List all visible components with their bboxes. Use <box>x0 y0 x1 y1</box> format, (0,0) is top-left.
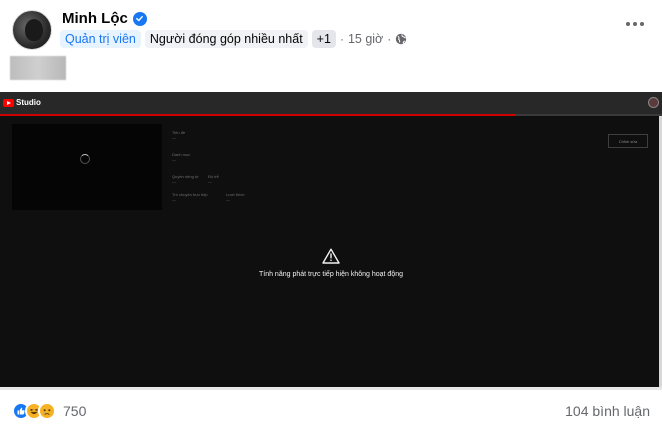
studio-logo: Studio <box>3 98 41 107</box>
stream-info-row: Tiêu đề — <box>172 130 185 140</box>
stream-info-row: Lượt thích — <box>226 192 244 202</box>
youtube-play-icon <box>3 98 14 107</box>
admin-badge[interactable]: Quản trị viên <box>60 30 141 48</box>
stream-preview <box>12 124 162 210</box>
verified-check-icon <box>132 11 147 26</box>
author-name[interactable]: Minh Lộc <box>62 10 128 27</box>
stream-info-row: Trò chuyện trực tiếp — <box>172 192 208 202</box>
studio-progress-fill <box>0 114 517 116</box>
author-badges: Quản trị viên Người đóng góp nhiều nhất … <box>60 30 407 48</box>
stream-info-row: Độ trễ — <box>208 174 219 184</box>
reaction-summary[interactable]: 750 <box>12 402 86 420</box>
edit-button: Chỉnh sửa <box>608 134 648 148</box>
studio-account-avatar <box>648 97 659 108</box>
stream-info-label: Trò chuyện trực tiếp <box>172 192 208 197</box>
separator-dot: · <box>339 32 344 46</box>
stream-info-value: — <box>226 197 230 202</box>
warning-message: Tính năng phát trực tiếp hiện không hoạt… <box>258 271 403 278</box>
comment-count-link[interactable]: 104 bình luận <box>565 403 650 419</box>
top-contributor-badge[interactable]: Người đóng góp nhiều nhất <box>144 30 308 48</box>
screenshot-bottom-edge <box>0 387 662 390</box>
loading-spinner-icon <box>80 154 90 164</box>
stream-info-row: Quyền riêng tư — <box>172 174 199 184</box>
sad-icon <box>38 402 56 420</box>
studio-progress-bar <box>0 114 662 116</box>
facebook-post: Minh Lộc Quản trị viên Người đóng góp nh… <box>0 0 662 430</box>
stream-warning: Tính năng phát trực tiếp hiện không hoạt… <box>0 248 662 278</box>
more-horizontal-icon[interactable] <box>626 22 644 26</box>
stream-info-value: — <box>172 179 176 184</box>
more-badges-button[interactable]: +1 <box>311 30 336 48</box>
blurred-text-placeholder <box>10 56 66 80</box>
reaction-count[interactable]: 750 <box>63 403 86 419</box>
stream-info-value: — <box>172 197 176 202</box>
stream-info-label: Quyền riêng tư <box>172 174 199 179</box>
globe-icon[interactable] <box>395 33 407 45</box>
stream-info-row: Danh mục — <box>172 152 190 162</box>
stream-info-value: — <box>208 179 212 184</box>
author-avatar[interactable] <box>12 10 52 50</box>
attached-screenshot[interactable]: Studio Tiêu đề — Danh mục — Quyền riêng tư — Đ… <box>0 92 662 390</box>
studio-top-bar: Studio <box>0 92 662 114</box>
post-timestamp[interactable]: 15 giờ <box>348 32 383 46</box>
studio-brand-label: Studio <box>16 98 41 107</box>
separator-dot: · <box>387 32 392 46</box>
author-line: Minh Lộc <box>62 10 147 27</box>
stream-info-value: — <box>172 135 176 140</box>
warning-triangle-icon <box>322 248 340 264</box>
stream-info-value: — <box>172 157 176 162</box>
